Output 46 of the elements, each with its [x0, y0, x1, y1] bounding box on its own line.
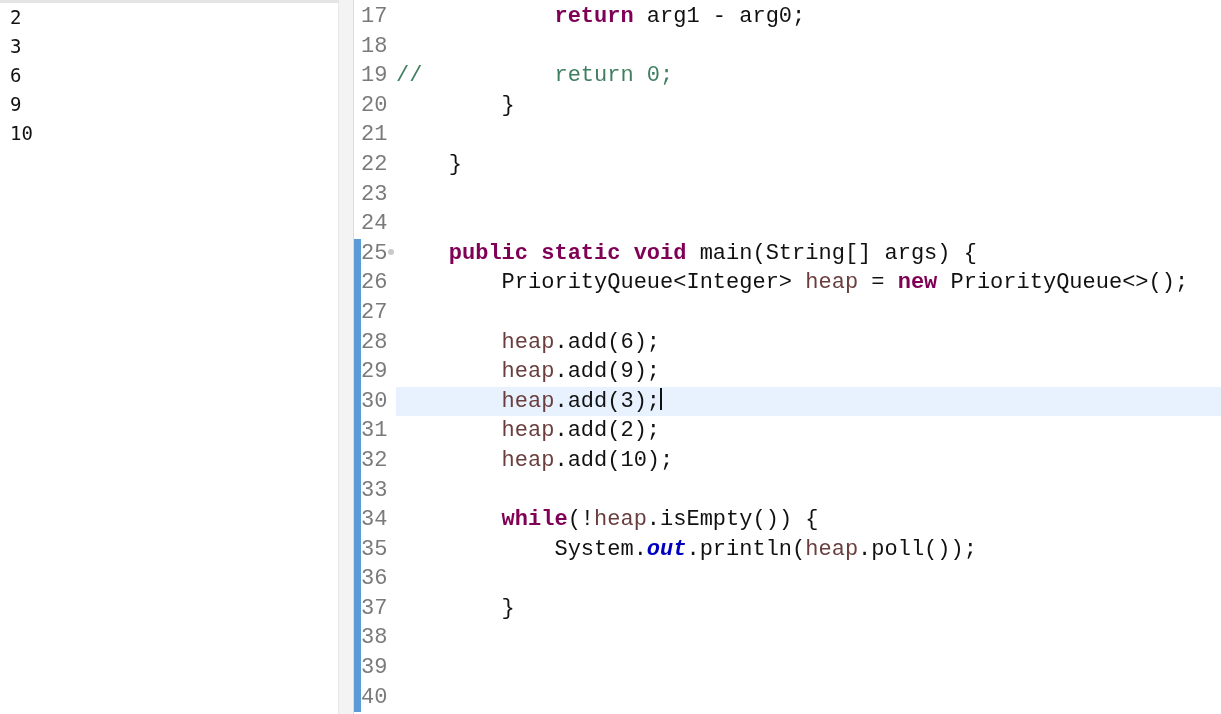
- code-line: heap.add(3);: [500, 388, 661, 414]
- line-number: 32: [361, 446, 388, 475]
- line-number: 39: [361, 654, 388, 683]
- text-cursor: [660, 387, 663, 410]
- code-line: heap.add(6);: [500, 329, 661, 355]
- line-number: 22: [361, 150, 388, 179]
- line-number: 21: [361, 121, 388, 150]
- line-number: 36: [361, 565, 388, 594]
- line-number: 27: [361, 298, 388, 327]
- line-number: 28: [361, 328, 388, 357]
- line-number: 18: [361, 32, 388, 61]
- line-number: 26: [361, 269, 388, 298]
- line-number: 29: [361, 358, 388, 387]
- code-line: }: [500, 595, 515, 621]
- console-output-line: 9: [10, 92, 23, 117]
- code-line: heap.add(10);: [500, 447, 674, 473]
- console-output-line: 6: [10, 63, 23, 88]
- console-output-line: 10: [10, 121, 34, 146]
- code-line: while(!heap.isEmpty()) {: [500, 507, 819, 533]
- line-number: 37: [361, 594, 388, 623]
- line-number: 17: [361, 3, 388, 31]
- line-number: 24: [361, 210, 388, 239]
- code-line: heap.add(2);: [500, 418, 661, 444]
- line-number: 25: [361, 239, 388, 268]
- fold-icon[interactable]: [388, 248, 394, 255]
- line-number: 34: [361, 506, 388, 535]
- code-line: }: [500, 92, 515, 118]
- line-number: 40: [361, 683, 388, 712]
- line-number: 38: [361, 624, 388, 653]
- line-number: 23: [361, 180, 388, 209]
- line-number: 19: [361, 62, 388, 91]
- line-number: 35: [361, 535, 388, 564]
- line-number: 30: [361, 387, 388, 416]
- line-number: 33: [361, 476, 388, 505]
- line-number: 20: [361, 91, 388, 120]
- console-output-line: 3: [10, 34, 23, 59]
- code-line: System.out.println(heap.poll());: [553, 536, 977, 562]
- code-line: PriorityQueue<Integer> heap = new PriorityQueue<>();: [500, 270, 1189, 296]
- code-line: // return 0;: [396, 63, 674, 89]
- code-line: public static void main(String[] args) {: [447, 240, 977, 266]
- console-output-line: 2: [10, 5, 23, 30]
- scrollbar-track[interactable]: [338, 0, 354, 714]
- code-line: heap.add(9);: [500, 359, 661, 385]
- line-number: 31: [361, 417, 388, 446]
- code-line: }: [447, 151, 462, 177]
- code-line: return arg1 - arg0;: [553, 4, 806, 29]
